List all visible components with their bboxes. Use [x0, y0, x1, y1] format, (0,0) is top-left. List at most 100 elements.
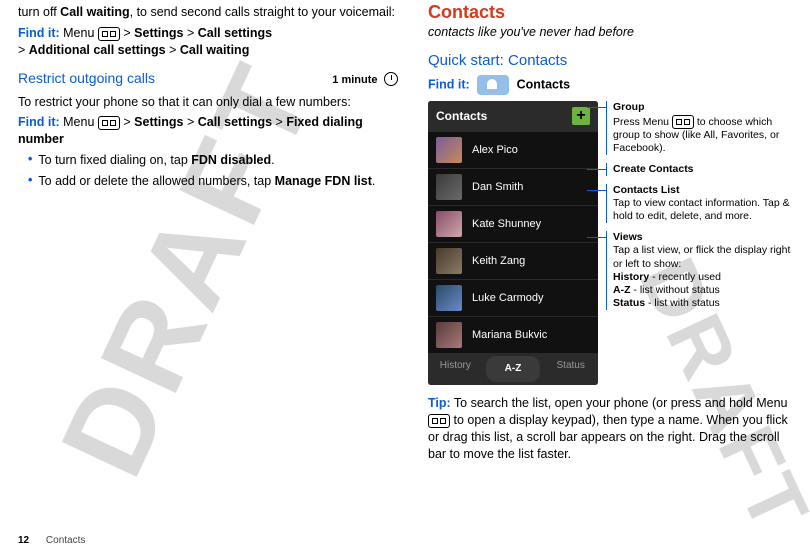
tip-label: Tip:	[428, 396, 451, 410]
path-sep: >	[123, 115, 134, 129]
bullet-item: • To add or delete the allowed numbers, …	[28, 173, 398, 190]
avatar	[436, 211, 462, 237]
text: A-Z	[613, 284, 631, 296]
contact-row[interactable]: Keith Zang	[428, 242, 598, 279]
path-item: Settings	[134, 26, 183, 40]
text: History	[613, 271, 649, 283]
path-sep: >	[18, 43, 29, 57]
avatar	[436, 137, 462, 163]
contact-row[interactable]: Alex Pico	[428, 131, 598, 168]
text: Menu	[63, 115, 98, 129]
contact-name: Keith Zang	[472, 254, 525, 269]
path-item: Call waiting	[180, 43, 249, 57]
text: .	[372, 174, 375, 188]
findit-call-waiting: Find it: Menu > Settings > Call settings…	[18, 25, 398, 59]
footer-section: Contacts	[46, 535, 85, 546]
path-item: Call settings	[198, 115, 272, 129]
tab-az[interactable]: A-Z	[486, 356, 541, 382]
text: Menu	[63, 26, 98, 40]
menu-icon	[98, 27, 120, 41]
text: Press Menu	[613, 115, 672, 127]
duration-badge: 1 minute	[332, 71, 398, 88]
findit-target: Contacts	[517, 78, 570, 92]
contact-row[interactable]: Kate Shunney	[428, 205, 598, 242]
annotation-list: Contacts List Tap to view contact inform…	[606, 184, 792, 223]
contacts-app-icon	[477, 75, 509, 95]
tab-status[interactable]: Status	[543, 353, 598, 385]
phone-tabs: History A-Z Status	[428, 353, 598, 385]
text: - list without status	[631, 284, 720, 296]
path-sep: >	[169, 43, 180, 57]
call-waiting-intro: turn off Call waiting, to send second ca…	[18, 4, 398, 21]
path-item: Settings	[134, 115, 183, 129]
phone-header-title: Contacts	[436, 108, 487, 124]
annotation-title: Views	[613, 231, 792, 244]
contacts-subheading: contacts like you've never had before	[428, 24, 792, 41]
contact-row[interactable]: Mariana Bukvic	[428, 316, 598, 353]
restrict-outgoing-title: Restrict outgoing calls	[18, 69, 155, 88]
contact-row[interactable]: Dan Smith	[428, 168, 598, 205]
contact-name: Luke Carmody	[472, 291, 544, 306]
add-contact-button[interactable]: +	[572, 107, 590, 125]
path-sep: >	[187, 115, 198, 129]
annotation-title: Create Contacts	[613, 163, 792, 176]
text: To search the list, open your phone (or …	[451, 396, 788, 410]
findit-contacts: Find it: Contacts	[428, 75, 792, 95]
text: To turn fixed dialing on, tap	[38, 153, 191, 167]
menu-icon	[428, 414, 450, 428]
text: - recently used	[649, 271, 721, 283]
path-item: Call settings	[198, 26, 272, 40]
tip-paragraph: Tip: To search the list, open your phone…	[428, 395, 792, 463]
annotation-title: Group	[613, 101, 792, 114]
annotation-group: Group Press Menu to choose which group t…	[606, 101, 792, 154]
phone-header: Contacts +	[428, 101, 598, 131]
duration-text: 1 minute	[332, 74, 377, 86]
page-number: 12	[18, 535, 29, 546]
text: - list with status	[645, 297, 720, 309]
avatar	[436, 248, 462, 274]
menu-icon	[672, 115, 694, 129]
path-sep: >	[187, 26, 198, 40]
contact-name: Dan Smith	[472, 180, 523, 195]
bullet-dot-icon: •	[28, 152, 32, 169]
phone-screenshot: Contacts + Alex Pico Dan Smith Kate Shun…	[428, 101, 598, 385]
tab-history[interactable]: History	[428, 353, 483, 385]
contact-row[interactable]: Luke Carmody	[428, 279, 598, 316]
text: to open a display keypad), then type a n…	[428, 413, 788, 461]
text: Status	[613, 297, 645, 309]
bullet-dot-icon: •	[28, 173, 32, 190]
contact-name: Mariana Bukvic	[472, 328, 547, 343]
annotation-title: Contacts List	[613, 184, 792, 197]
findit-label: Find it:	[18, 26, 60, 40]
path-sep: >	[123, 26, 134, 40]
path-sep: >	[276, 115, 287, 129]
path-item: Additional call settings	[29, 43, 166, 57]
avatar	[436, 285, 462, 311]
findit-label: Find it:	[428, 78, 470, 92]
annotation-create: Create Contacts	[606, 163, 792, 176]
text: .	[271, 153, 274, 167]
clock-icon	[384, 72, 398, 86]
findit-fixed-dialing: Find it: Menu > Settings > Call settings…	[18, 114, 398, 148]
menu-icon	[98, 116, 120, 130]
avatar	[436, 174, 462, 200]
restrict-body: To restrict your phone so that it can on…	[18, 94, 398, 111]
call-waiting-term: Call waiting	[60, 5, 129, 19]
annotations: Group Press Menu to choose which group t…	[606, 101, 792, 385]
contact-name: Kate Shunney	[472, 217, 541, 232]
text: To add or delete the allowed numbers, ta…	[38, 174, 274, 188]
page-footer: 12 Contacts	[18, 535, 85, 546]
manage-fdn-term: Manage FDN list	[275, 174, 372, 188]
bullet-item: • To turn fixed dialing on, tap FDN disa…	[28, 152, 398, 169]
text: Tap a list view, or flick the display ri…	[613, 244, 790, 269]
text: Tap to view contact information. Tap & h…	[613, 197, 790, 222]
findit-label: Find it:	[18, 115, 60, 129]
fdn-disabled-term: FDN disabled	[191, 153, 271, 167]
text: turn off	[18, 5, 60, 19]
annotation-views: Views Tap a list view, or flick the disp…	[606, 231, 792, 310]
quickstart-title: Quick start: Contacts	[428, 51, 792, 71]
contacts-heading: Contacts	[428, 0, 792, 24]
avatar	[436, 322, 462, 348]
contact-name: Alex Pico	[472, 143, 518, 158]
text: , to send second calls straight to your …	[130, 5, 395, 19]
